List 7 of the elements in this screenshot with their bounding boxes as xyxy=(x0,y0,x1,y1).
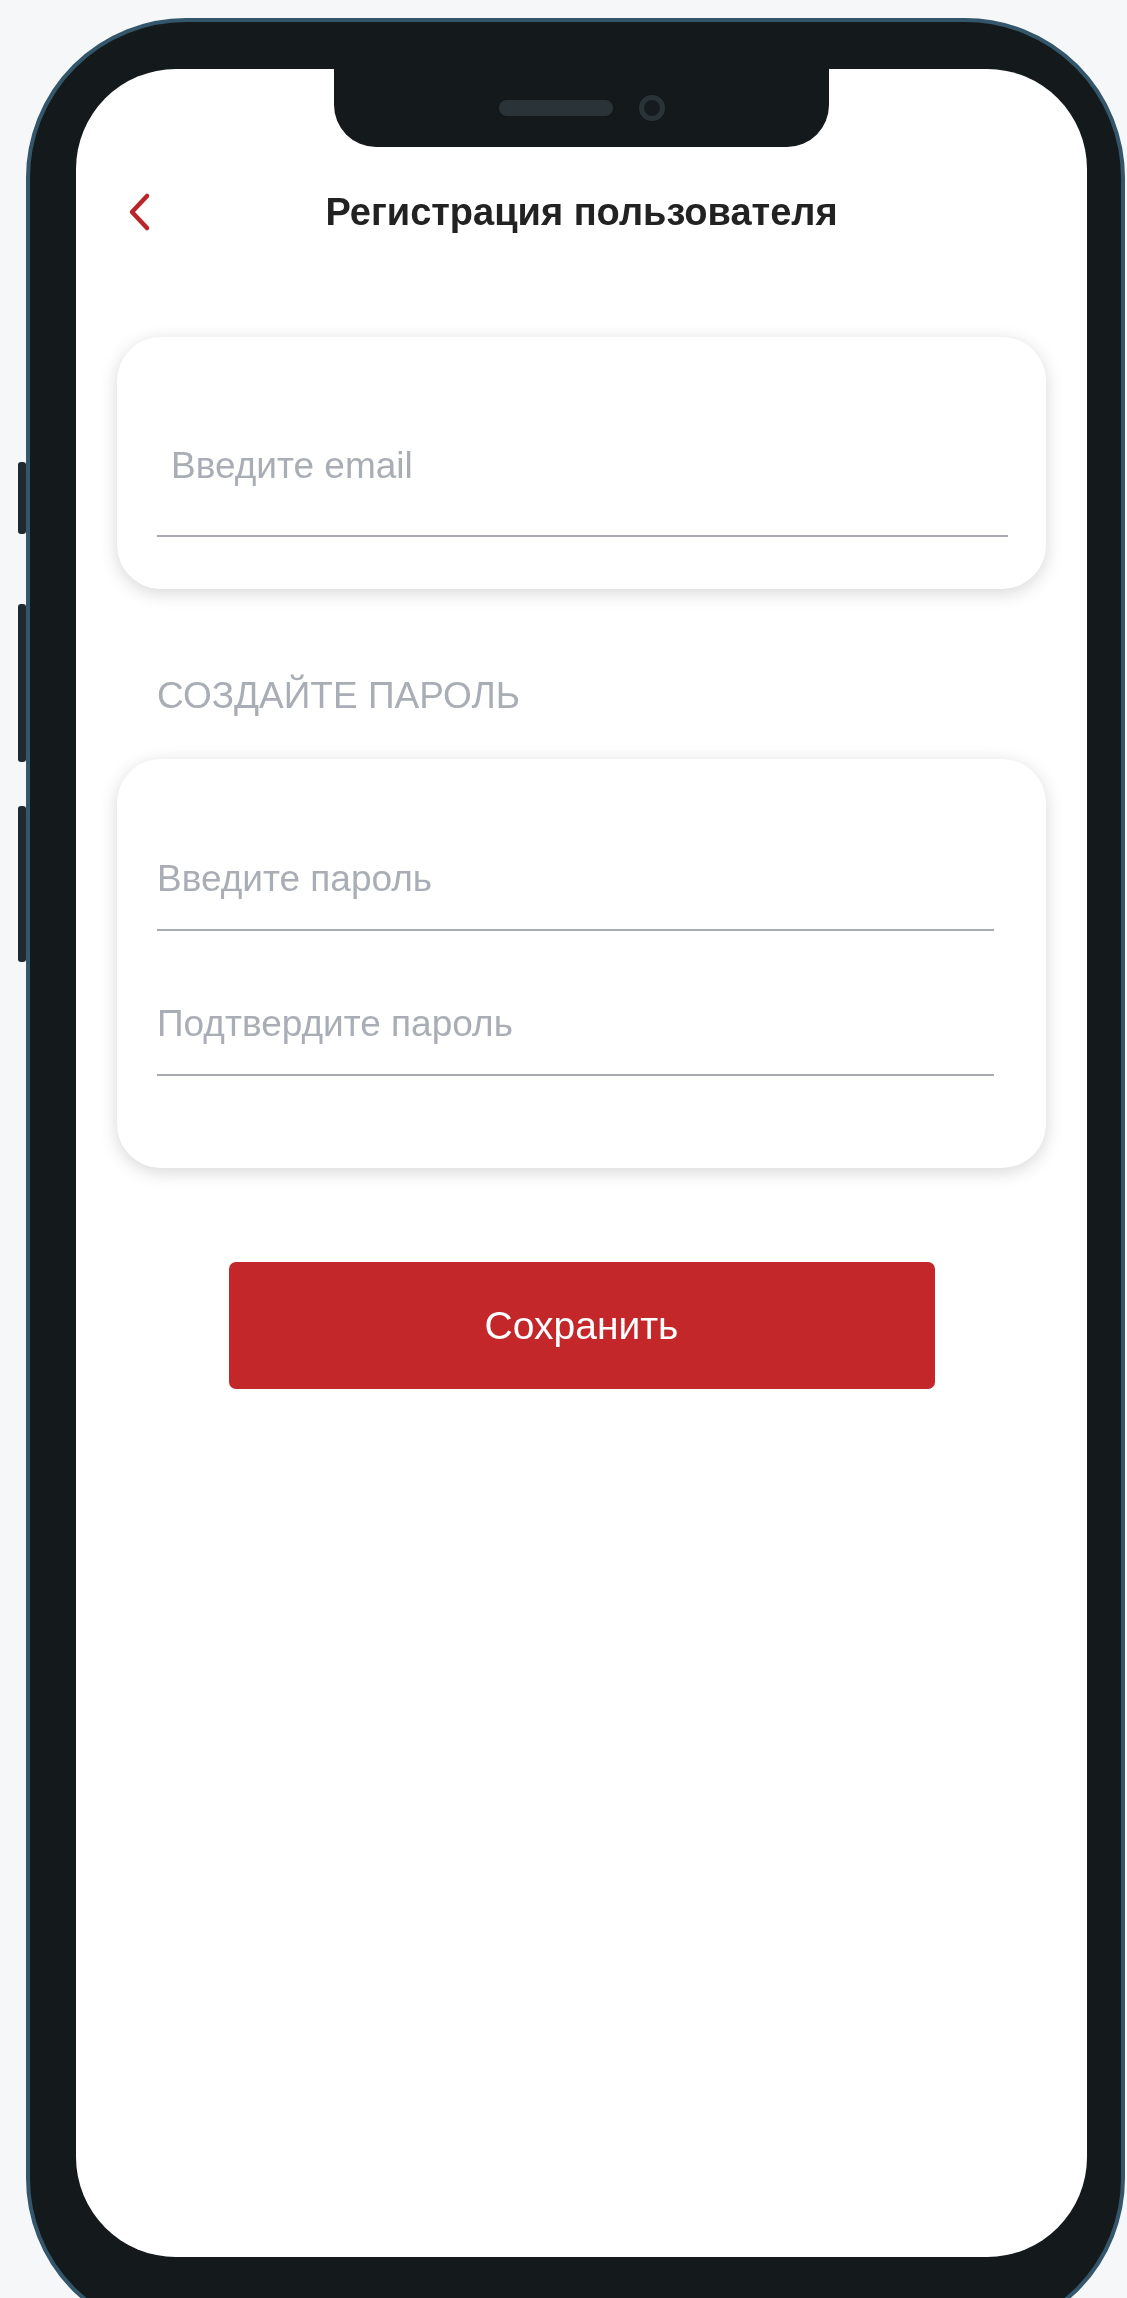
input-field[interactable]: Введите email xyxy=(157,425,1008,537)
input-field[interactable]: Введите пароль xyxy=(157,839,994,931)
back-icon[interactable] xyxy=(127,192,151,232)
screen-title: Регистрация пользователя xyxy=(324,190,839,234)
section-label: СОЗДАЙТЕ ПАРОЛЬ xyxy=(157,673,521,718)
save-button[interactable]: Сохранить xyxy=(228,1262,935,1389)
input-field[interactable]: Подтвердите пароль xyxy=(157,984,994,1076)
